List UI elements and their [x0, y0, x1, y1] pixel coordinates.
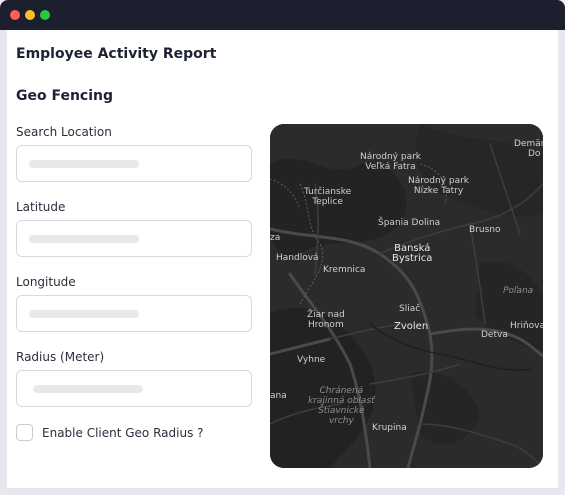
longitude-input[interactable] — [16, 295, 252, 332]
enable-client-geo-radius-checkbox[interactable] — [16, 424, 33, 441]
map-label-sliac: Sliač — [399, 304, 421, 314]
map-label-za: za — [270, 233, 281, 243]
search-location-input[interactable] — [16, 145, 252, 182]
input-placeholder-skeleton — [29, 160, 139, 168]
section-title: Geo Fencing — [16, 88, 114, 104]
map-label-polana: Poľana — [503, 286, 534, 296]
radius-label: Radius (Meter) — [16, 350, 105, 364]
latitude-label: Latitude — [16, 200, 66, 214]
map-label-ana: ana — [270, 391, 287, 401]
map-label-vyhne: Vyhne — [297, 355, 326, 365]
page-title: Employee Activity Report — [16, 46, 217, 62]
map-label-np-nizke-tatry: Národný park Nízke Tatry — [408, 176, 470, 196]
input-placeholder-skeleton — [29, 235, 139, 243]
map-label-zvolen: Zvolen — [394, 321, 429, 332]
map-label-kremnica: Kremnica — [323, 265, 366, 275]
input-placeholder-skeleton — [29, 310, 139, 318]
frame-border-bottom — [0, 488, 565, 495]
maximize-window-button[interactable] — [40, 10, 50, 20]
map-label-banska-bystrica: Banská Bystrica — [392, 243, 433, 264]
map-label-brusno: Brusno — [469, 225, 501, 235]
map-label-turcianske-teplice: Turčianske Teplice — [304, 187, 352, 207]
minimize-window-button[interactable] — [25, 10, 35, 20]
map-label-ziar-nad-hronom: Žiar nad Hronom — [307, 310, 345, 330]
map-label-krupina: Krupina — [372, 423, 407, 433]
frame-border-left — [0, 30, 7, 495]
input-placeholder-skeleton — [33, 385, 143, 393]
map-label-spania-dolina: Špania Dolina — [378, 218, 441, 228]
map-label-detva: Detva — [481, 330, 508, 340]
map-label-demand: Demän Do — [514, 139, 543, 159]
title-bar — [0, 0, 565, 30]
map-label-chranena-krajinna-oblast: Chránená krajinná oblasť Štiavnické vrch… — [308, 386, 375, 426]
map-label-np-velka-fatra: Národný park Veľká Fatra — [360, 152, 422, 172]
enable-client-geo-radius-label[interactable]: Enable Client Geo Radius ? — [42, 426, 204, 440]
search-location-label: Search Location — [16, 125, 112, 139]
map-view[interactable]: Národný park Veľká Fatra Národný park Ní… — [270, 124, 543, 468]
app-window: Employee Activity Report Geo Fencing Sea… — [0, 0, 565, 495]
map-label-handlova: Handlová — [276, 253, 319, 263]
frame-border-right — [558, 30, 565, 495]
longitude-label: Longitude — [16, 275, 76, 289]
map-label-hrinova: Hriňova — [510, 321, 543, 331]
radius-input[interactable] — [16, 370, 252, 407]
latitude-input[interactable] — [16, 220, 252, 257]
close-window-button[interactable] — [10, 10, 20, 20]
